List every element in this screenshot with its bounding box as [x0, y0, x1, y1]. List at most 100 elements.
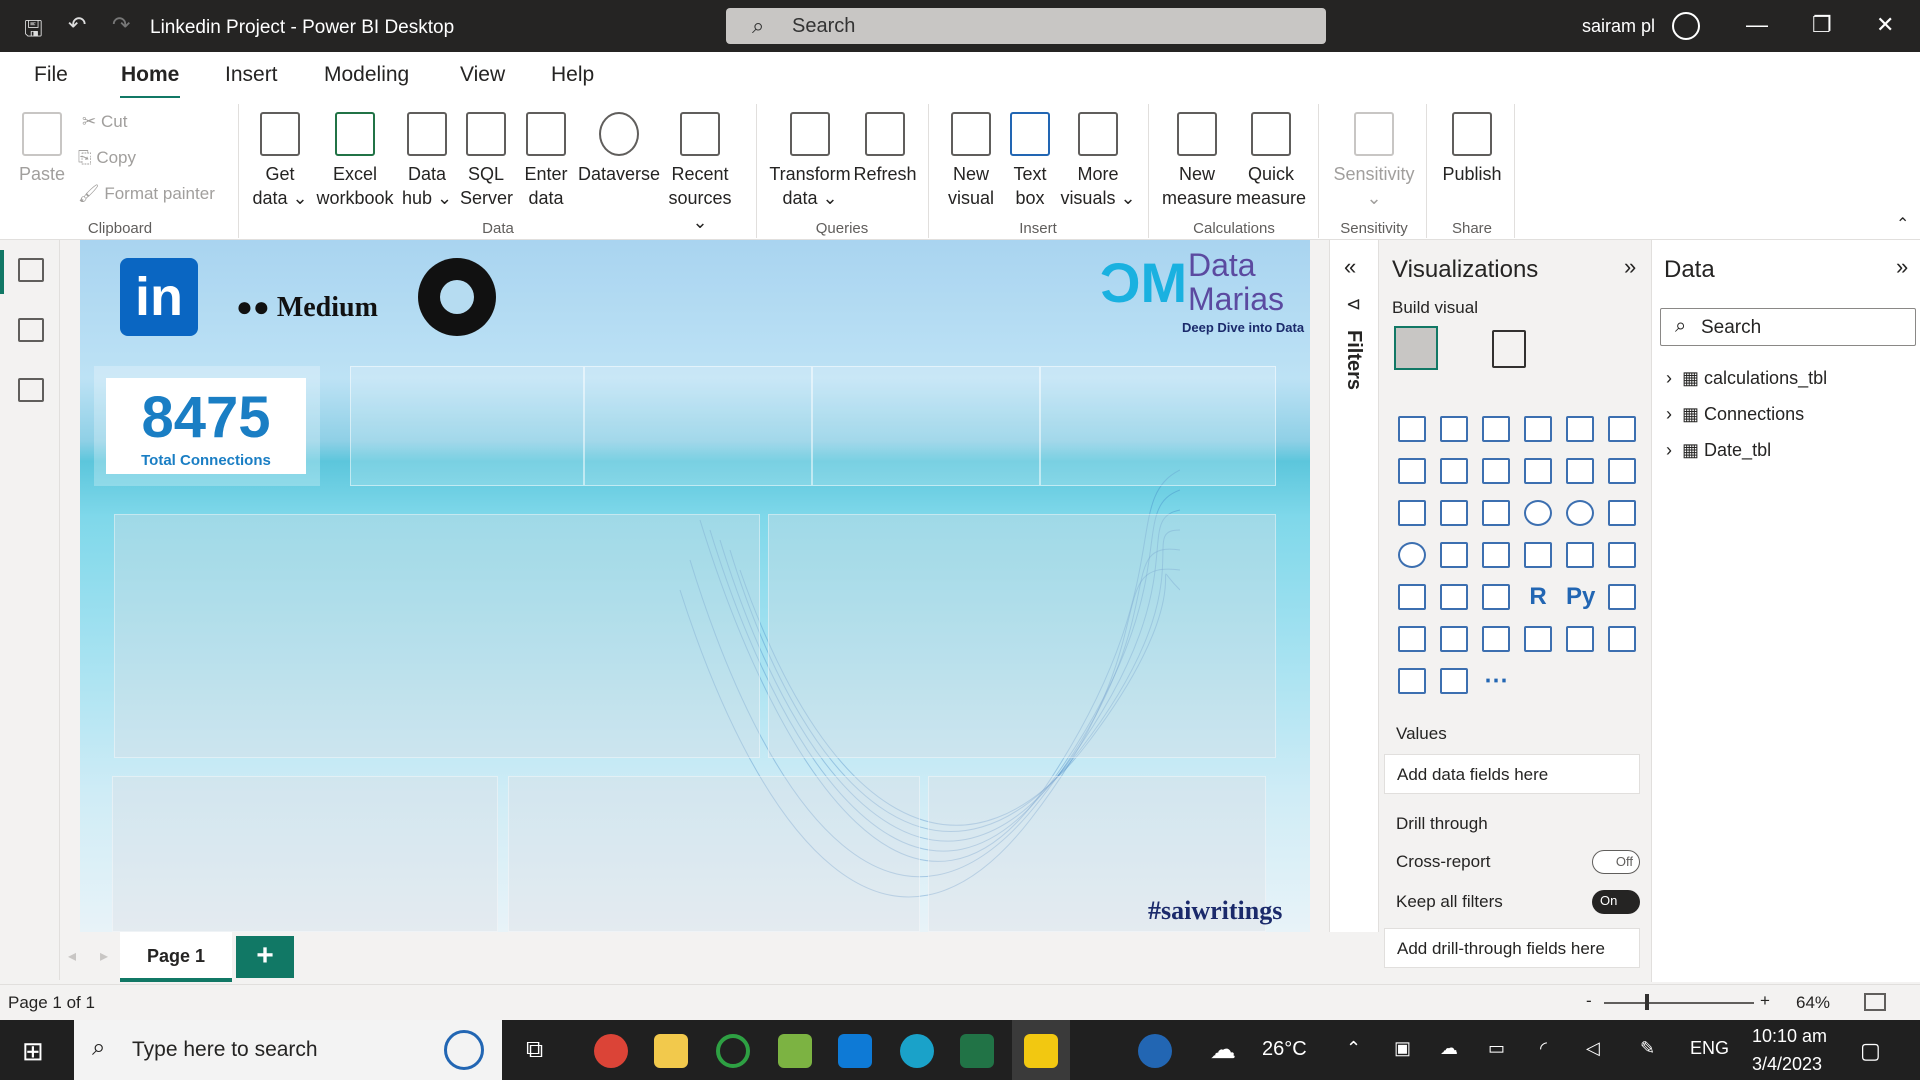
report-canvas[interactable]: in ●● Medium ƆM Data Marias Deep Dive int… [80, 240, 1310, 932]
data-search-input[interactable]: ⌕ Search [1660, 308, 1916, 346]
zoom-slider-thumb[interactable] [1645, 994, 1649, 1010]
user-name[interactable]: sairam pl [1582, 16, 1655, 37]
treemap-icon[interactable] [1608, 500, 1636, 526]
menu-modeling[interactable]: Modeling [324, 63, 409, 87]
kpi-placeholder-tile[interactable] [350, 366, 584, 486]
metrics-icon[interactable] [1524, 626, 1552, 652]
gauge-icon[interactable] [1482, 542, 1510, 568]
power-apps-icon[interactable] [1398, 668, 1426, 694]
publish-button[interactable]: Publish [1436, 112, 1508, 186]
chart-placeholder-tile[interactable] [768, 514, 1276, 758]
refresh-button[interactable]: Refresh [852, 112, 918, 186]
filled-map-icon[interactable] [1440, 542, 1468, 568]
100-stacked-bar-icon[interactable] [1566, 416, 1594, 442]
next-page-icon[interactable]: ▸ [100, 946, 108, 966]
menu-view[interactable]: View [460, 63, 505, 87]
filters-pane[interactable]: « ⊲ Filters [1329, 240, 1379, 932]
menu-file[interactable]: File [34, 63, 68, 87]
collapse-viz-icon[interactable]: » [1624, 254, 1636, 280]
tray-overflow-icon[interactable]: ⌃ [1346, 1038, 1361, 1059]
table-view-icon[interactable] [18, 318, 44, 342]
clustered-column-chart-icon[interactable] [1524, 416, 1552, 442]
report-view-icon[interactable] [18, 258, 44, 282]
card-icon[interactable] [1524, 542, 1552, 568]
weather-icon[interactable]: ☁ [1210, 1034, 1236, 1065]
collapse-data-icon[interactable]: » [1896, 254, 1908, 280]
chrome-icon[interactable] [594, 1034, 628, 1068]
paste-button[interactable]: Paste [14, 112, 70, 186]
smart-narrative-icon[interactable] [1482, 626, 1510, 652]
zoom-out-icon[interactable]: - [1586, 991, 1592, 1011]
area-chart-icon[interactable] [1440, 458, 1468, 484]
zoom-in-icon[interactable]: + [1760, 991, 1770, 1011]
minimize-icon[interactable]: — [1746, 12, 1768, 38]
kpi-placeholder-tile[interactable] [812, 366, 1040, 486]
keep-filters-toggle[interactable]: On [1592, 890, 1640, 914]
table-item[interactable]: › ▦ calculations_tbl [1666, 368, 1827, 389]
ribbon-chart-icon[interactable] [1608, 458, 1636, 484]
100-stacked-column-icon[interactable] [1608, 416, 1636, 442]
task-view-icon[interactable]: ⧉ [526, 1036, 543, 1064]
clustered-bar-chart-icon[interactable] [1482, 416, 1510, 442]
data-hub-button[interactable]: Data hub ⌄ [400, 112, 454, 210]
stacked-area-icon[interactable] [1482, 458, 1510, 484]
page-tab-1[interactable]: Page 1 [120, 932, 232, 982]
clock-time[interactable]: 10:10 am [1752, 1026, 1827, 1047]
copy-button[interactable]: ⎘ Copy [78, 148, 136, 168]
clock-date[interactable]: 3/4/2023 [1752, 1054, 1822, 1075]
windows-start-icon[interactable]: ⊞ [22, 1036, 44, 1067]
edge-icon[interactable] [900, 1034, 934, 1068]
enter-data-button[interactable]: Enter data [518, 112, 574, 210]
text-box-button[interactable]: Text box [1002, 112, 1058, 210]
undo-icon[interactable]: ↶ [68, 12, 86, 38]
temperature[interactable]: 26°C [1262, 1038, 1307, 1061]
table-icon[interactable] [1440, 584, 1468, 610]
python-visual-icon[interactable]: Py [1566, 584, 1595, 610]
waterfall-chart-icon[interactable] [1398, 500, 1426, 526]
close-icon[interactable]: ✕ [1876, 12, 1894, 38]
new-visual-button[interactable]: New visual [940, 112, 1002, 210]
table-item[interactable]: › ▦ Date_tbl [1666, 440, 1771, 461]
powerbi-icon[interactable] [1024, 1034, 1058, 1068]
menu-help[interactable]: Help [551, 63, 594, 87]
taskbar-search[interactable]: ⌕ Type here to search [74, 1020, 502, 1080]
app-icon[interactable] [716, 1034, 750, 1068]
values-well[interactable]: Add data fields here [1384, 754, 1640, 794]
key-influencers-icon[interactable] [1608, 584, 1636, 610]
pen-icon[interactable]: ✎ [1640, 1038, 1655, 1059]
menu-home[interactable]: Home [121, 63, 179, 87]
new-measure-button[interactable]: New measure [1152, 112, 1242, 210]
fit-to-page-icon[interactable] [1864, 993, 1886, 1011]
expand-filters-icon[interactable]: « [1344, 254, 1356, 280]
cross-report-toggle[interactable]: Off [1592, 850, 1640, 874]
language-indicator[interactable]: ENG [1690, 1038, 1729, 1059]
r-visual-icon[interactable]: R [1524, 584, 1552, 610]
decomposition-tree-icon[interactable] [1398, 626, 1426, 652]
redo-icon[interactable]: ↷ [112, 12, 130, 38]
recent-sources-button[interactable]: Recent sources ⌄ [660, 112, 740, 234]
collapse-ribbon-icon[interactable]: ⌃ [1896, 214, 1909, 234]
dataverse-button[interactable]: Dataverse [576, 112, 662, 186]
help-icon[interactable] [1138, 1034, 1172, 1068]
line-chart-icon[interactable] [1398, 458, 1426, 484]
onedrive-icon[interactable]: ☁ [1440, 1038, 1458, 1059]
notification-icon[interactable]: ▢ [1860, 1038, 1881, 1064]
kpi-card[interactable]: 8475 Total Connections [106, 378, 306, 474]
stacked-column-chart-icon[interactable] [1440, 416, 1468, 442]
line-column-icon[interactable] [1524, 458, 1552, 484]
qa-icon[interactable] [1440, 626, 1468, 652]
multi-row-card-icon[interactable] [1566, 542, 1594, 568]
azure-map-icon[interactable] [1608, 626, 1636, 652]
map-icon[interactable] [1398, 542, 1426, 568]
paginated-report-icon[interactable] [1566, 626, 1594, 652]
funnel-chart-icon[interactable] [1440, 500, 1468, 526]
excel-icon[interactable] [960, 1034, 994, 1068]
slicer-icon[interactable] [1398, 584, 1426, 610]
top-search-box[interactable]: ⌕ Search [726, 8, 1326, 44]
table-item[interactable]: › ▦ Connections [1666, 404, 1804, 425]
vscode-icon[interactable] [838, 1034, 872, 1068]
format-visual-tab-icon[interactable] [1492, 330, 1526, 368]
power-automate-icon[interactable] [1440, 668, 1468, 694]
sql-server-button[interactable]: SQL Server [460, 112, 513, 210]
format-painter-button[interactable]: 🖌 Format painter [78, 184, 215, 204]
